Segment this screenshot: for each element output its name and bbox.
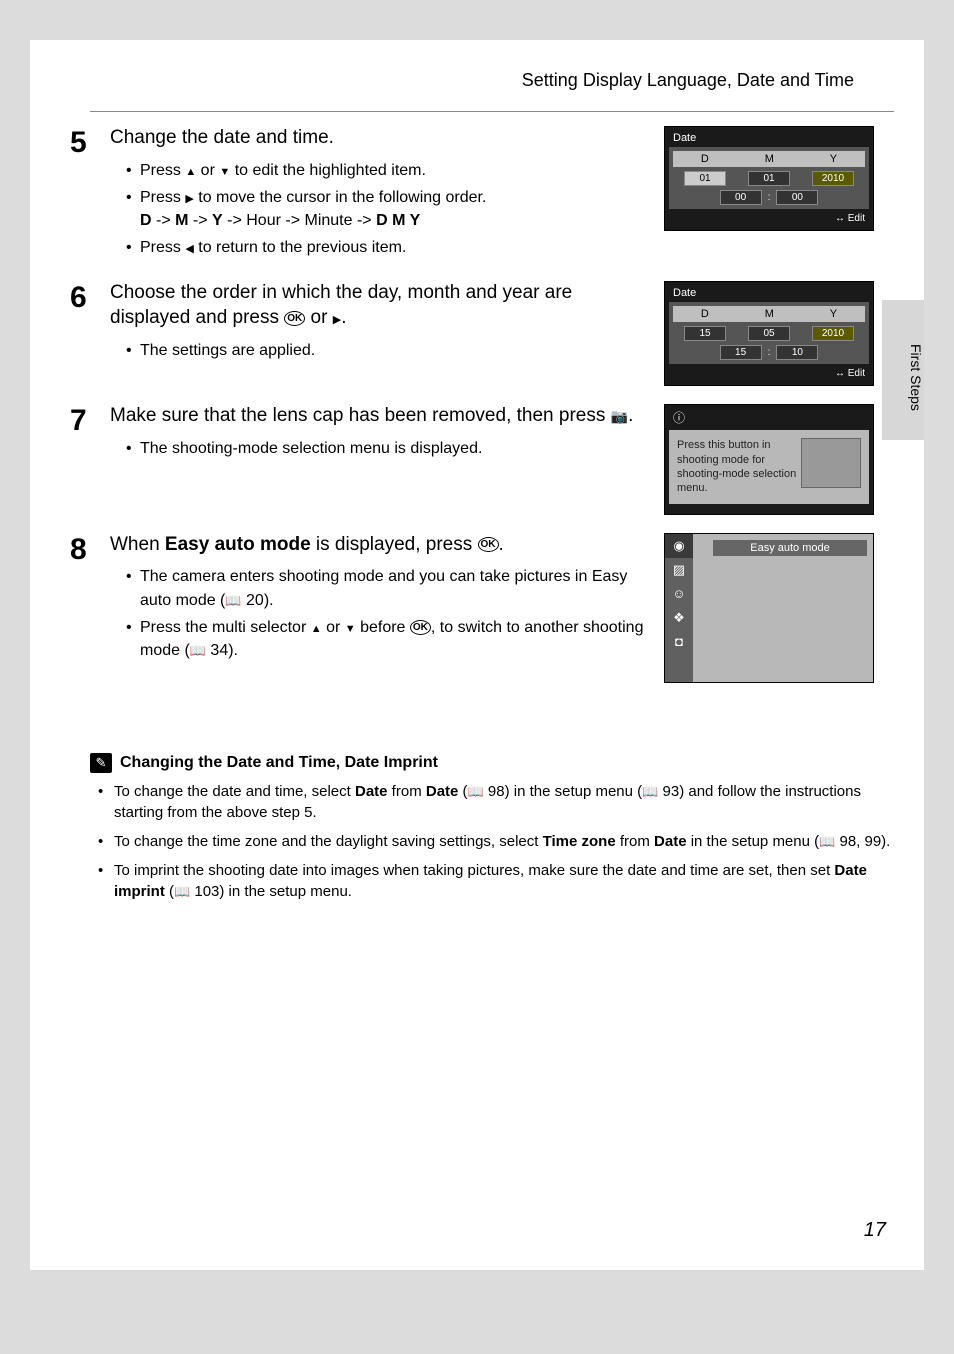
step-number: 8 (70, 535, 110, 565)
page-ref-icon (642, 783, 658, 800)
side-tab: First Steps (882, 300, 924, 440)
note-bullets: To change the date and time, select Date… (90, 781, 894, 902)
section-title: Setting Display Language, Date and Time (90, 70, 894, 91)
step-number: 6 (70, 283, 110, 313)
right-arrow-icon (333, 307, 341, 328)
note-bullet: To change the date and time, select Date… (98, 781, 894, 823)
ok-icon: OK (478, 537, 499, 552)
bullet: Press the multi selector or before OK, t… (126, 616, 654, 662)
edit-label: ↔ Edit (665, 364, 873, 385)
ok-icon: OK (284, 311, 305, 326)
step-7: 7 Make sure that the lens cap has been r… (90, 404, 894, 514)
date-screen-1: Date DMY 01012010 00:00 ↔ Edit (664, 126, 874, 231)
page-number: 17 (864, 1219, 886, 1242)
info-text: Press this button in shooting mode for s… (677, 438, 797, 495)
note-bullet: To change the time zone and the daylight… (98, 831, 894, 852)
page-ref-icon (190, 642, 206, 659)
page-ref-icon (468, 783, 484, 800)
edit-label: ↔ Edit (665, 209, 873, 230)
step-body: Change the date and time. Press or to ed… (110, 126, 664, 263)
bullet: The camera enters shooting mode and you … (126, 565, 654, 611)
mode-body: Easy auto mode (693, 534, 873, 682)
left-arrow-icon (185, 239, 193, 256)
note-header: ✎ Changing the Date and Time, Date Impri… (90, 753, 894, 773)
sport-icon: ❖ (665, 606, 693, 630)
info-inner: Press this button in shooting mode for s… (669, 430, 869, 503)
time-values: 00:00 (673, 190, 865, 205)
step-title: Change the date and time. (110, 126, 654, 151)
screen-inner: DMY 15052010 15:10 (669, 302, 869, 364)
step-bullets: Press or to edit the highlighted item. P… (110, 159, 654, 260)
down-arrow-icon (219, 162, 230, 179)
bullet: Press to move the cursor in the followin… (126, 186, 654, 232)
time-values: 15:10 (673, 345, 865, 360)
screen-title: Date (665, 282, 873, 302)
date-screen-2: Date DMY 15052010 15:10 ↔ Edit (664, 281, 874, 386)
page-ref-icon (174, 883, 190, 900)
mode-icon-column: ◉ ▨ ☺ ❖ ◘ (665, 534, 693, 682)
down-arrow-icon (345, 619, 356, 636)
step-bullets: The shooting-mode selection menu is disp… (110, 437, 654, 460)
screen-inner: DMY 01012010 00:00 (669, 147, 869, 209)
dmy-header: DMY (673, 306, 865, 322)
bullet: The shooting-mode selection menu is disp… (126, 437, 654, 460)
mode-label: Easy auto mode (713, 540, 867, 556)
step-8: 8 When Easy auto mode is displayed, pres… (90, 533, 894, 683)
page-ref-icon (225, 592, 241, 609)
bullet: Press or to edit the highlighted item. (126, 159, 654, 182)
auto-icon: ◘ (665, 630, 693, 654)
step-5: 5 Change the date and time. Press or to … (90, 126, 894, 263)
note-section: ✎ Changing the Date and Time, Date Impri… (90, 753, 894, 902)
mode-screen: ◉ ▨ ☺ ❖ ◘ Easy auto mode (664, 533, 874, 683)
right-arrow-icon (185, 189, 193, 206)
screen-title: Date (665, 127, 873, 147)
dmy-header: DMY (673, 151, 865, 167)
step-body: Make sure that the lens cap has been rem… (110, 404, 664, 464)
date-values: 01012010 (673, 171, 865, 186)
step-title: Make sure that the lens cap has been rem… (110, 404, 654, 429)
up-arrow-icon (185, 162, 196, 179)
divider (90, 111, 894, 112)
scene-icon: ▨ (665, 558, 693, 582)
info-screen: ⓘ Press this button in shooting mode for… (664, 404, 874, 514)
page-ref-icon (819, 833, 835, 850)
up-arrow-icon (311, 619, 322, 636)
step-number: 5 (70, 128, 110, 158)
step-body: Choose the order in which the day, month… (110, 281, 664, 366)
smart-portrait-icon: ☺ (665, 582, 693, 606)
manual-page: Setting Display Language, Date and Time … (30, 40, 924, 1270)
note-title: Changing the Date and Time, Date Imprint (120, 754, 438, 772)
step-title: Choose the order in which the day, month… (110, 281, 654, 330)
info-icon: ⓘ (665, 405, 873, 430)
note-icon: ✎ (90, 753, 112, 773)
note-bullet: To imprint the shooting date into images… (98, 860, 894, 902)
step-6: 6 Choose the order in which the day, mon… (90, 281, 894, 386)
camera-illustration (801, 438, 861, 488)
step-number: 7 (70, 406, 110, 436)
step-bullets: The settings are applied. (110, 339, 654, 362)
bullet: Press to return to the previous item. (126, 236, 654, 259)
step-bullets: The camera enters shooting mode and you … (110, 565, 654, 662)
easy-auto-icon: ◉ (665, 534, 693, 558)
date-values: 15052010 (673, 326, 865, 341)
step-body: When Easy auto mode is displayed, press … (110, 533, 664, 666)
bullet: The settings are applied. (126, 339, 654, 362)
step-title: When Easy auto mode is displayed, press … (110, 533, 654, 558)
ok-icon: OK (410, 620, 431, 635)
camera-icon (611, 405, 628, 426)
